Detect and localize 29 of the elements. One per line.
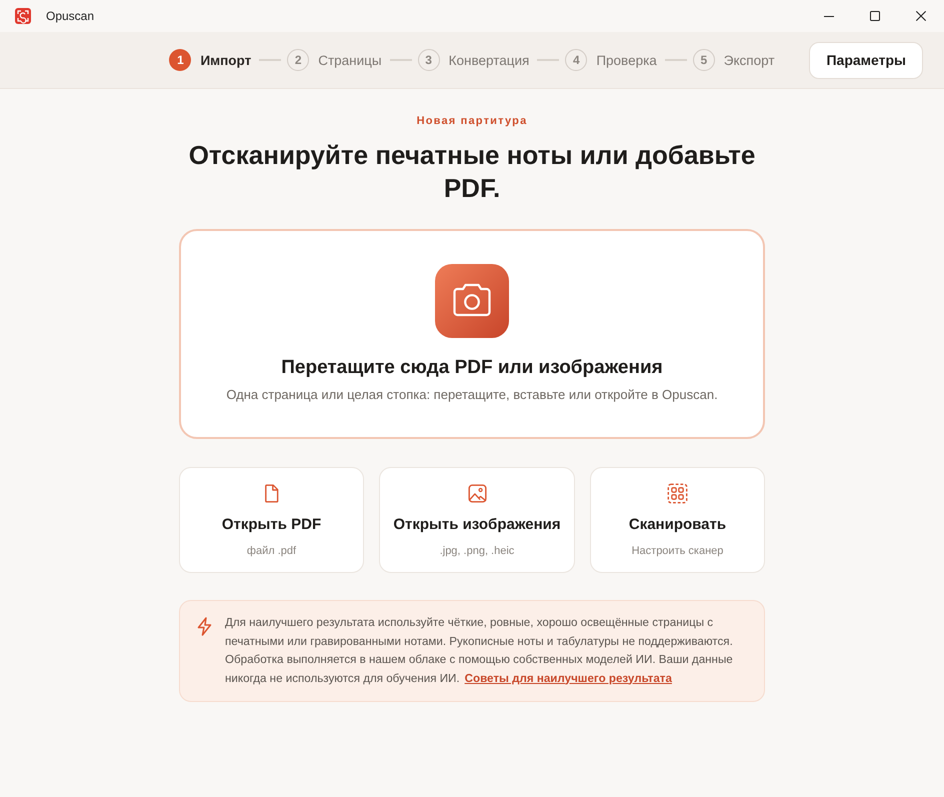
step-label: Импорт [200, 52, 252, 68]
tips-link[interactable]: Советы для наилучшего результата [464, 672, 672, 684]
action-card[interactable]: Сканировать Настроить сканер [590, 467, 765, 573]
page-heading: Отсканируйте печатные ноты или добавьте PDF. [188, 139, 756, 205]
maximize-icon[interactable] [870, 11, 880, 21]
eyebrow-label: Новая партитура [416, 114, 528, 128]
app-logo-icon [15, 8, 31, 24]
lightning-icon [196, 617, 213, 636]
close-icon[interactable] [916, 11, 926, 21]
step-label: Экспорт [724, 52, 775, 68]
camera-icon [435, 264, 509, 338]
scan-grid-icon [667, 483, 688, 504]
drop-zone-title: Перетащите сюда PDF или изображения [281, 356, 663, 380]
action-card[interactable]: Открыть изображения .jpg, .png, .heic [379, 467, 575, 573]
step-label: Проверка [596, 52, 657, 68]
step-number: 1 [169, 49, 192, 71]
tip-text: Для наилучшего результата используйте чёткие, ровные, хорошо освещённые страницы с печатными или гравированными нотами. Рукописные ноты и табулатуры не поддерживаются. Обработка выполняется в нашем облаке с помощью собственных моделей ИИ. Ваши данные никогда не используются для обучения ИИ. Советы для наилучшего результата [225, 615, 734, 686]
image-icon [466, 483, 488, 504]
window-title: Opuscan [46, 9, 94, 23]
drop-zone[interactable]: Перетащите сюда PDF или изображения Одна страница или целая стопка: перетащите, вставьте или откройте в Opuscan. [179, 229, 765, 439]
step-label: Страницы [318, 52, 382, 68]
step-label: Конвертация [448, 52, 530, 68]
step-number: 5 [692, 49, 715, 71]
action-card[interactable]: Открыть PDF файл .pdf [179, 467, 364, 573]
step-number: 4 [565, 49, 588, 71]
drop-zone-hint: Одна страница или целая стопка: перетащите, вставьте или откройте в Opuscan. [226, 386, 718, 404]
settings-button[interactable]: Параметры [809, 42, 923, 78]
step-number: 3 [418, 49, 440, 71]
step-number: 2 [287, 49, 310, 71]
